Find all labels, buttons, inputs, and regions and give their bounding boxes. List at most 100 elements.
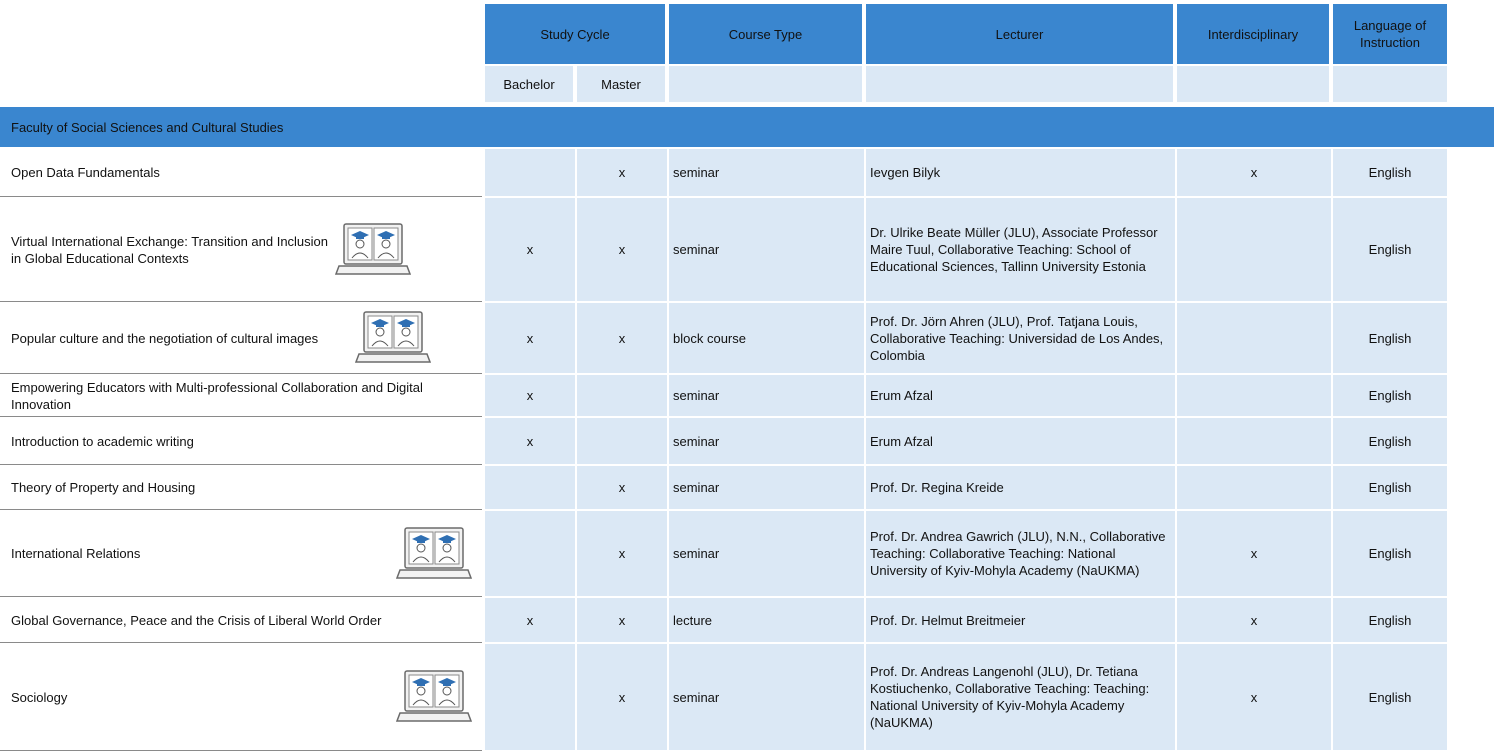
- lecturer-cell: Ievgen Bilyk: [866, 149, 1175, 196]
- course-name: Open Data Fundamentals: [11, 165, 160, 180]
- master-cell: x: [577, 198, 667, 301]
- bachelor-cell: [485, 149, 575, 196]
- table-row: Empowering Educators with Multi-professi…: [0, 375, 1494, 417]
- header-bachelor: Bachelor: [485, 66, 575, 102]
- header-course-type: Course Type: [669, 4, 864, 64]
- course-name: Sociology: [11, 689, 68, 705]
- language-cell: English: [1333, 198, 1447, 301]
- header-interdisciplinary: Interdisciplinary: [1177, 4, 1331, 64]
- interdisciplinary-cell: x: [1177, 149, 1331, 196]
- language-cell: English: [1333, 303, 1447, 373]
- interdisciplinary-cell: [1177, 418, 1331, 464]
- course-type-cell: seminar: [669, 466, 864, 509]
- row-divider: [0, 642, 482, 643]
- master-cell: x: [577, 644, 667, 750]
- lecturer-cell: Prof. Dr. Andrea Gawrich (JLU), N.N., Co…: [866, 511, 1175, 596]
- course-name-cell: Theory of Property and Housing: [0, 466, 482, 509]
- virtual-classroom-laptop-icon: [355, 310, 431, 366]
- bachelor-cell: [485, 644, 575, 750]
- row-divider: [0, 196, 482, 197]
- row-divider: [0, 509, 482, 510]
- interdisciplinary-cell: x: [1177, 598, 1331, 642]
- faculty-section-header: Faculty of Social Sciences and Cultural …: [0, 107, 1494, 147]
- course-type-cell: seminar: [669, 511, 864, 596]
- bachelor-cell: x: [485, 375, 575, 416]
- interdisciplinary-cell: [1177, 375, 1331, 416]
- header-master: Master: [577, 66, 667, 102]
- language-cell: English: [1333, 418, 1447, 464]
- course-type-cell: seminar: [669, 644, 864, 750]
- course-name: Empowering Educators with Multi-professi…: [11, 379, 423, 412]
- master-cell: x: [577, 303, 667, 373]
- row-divider: [0, 464, 482, 465]
- header-language: Language of Instruction: [1333, 4, 1447, 64]
- header-study-cycle: Study Cycle: [485, 4, 667, 64]
- row-divider: [0, 596, 482, 597]
- table-row: Popular culture and the negotiation of c…: [0, 303, 1494, 374]
- bachelor-cell: x: [485, 598, 575, 642]
- course-name-cell: Introduction to academic writing: [0, 418, 482, 464]
- course-name: Global Governance, Peace and the Crisis …: [11, 612, 382, 628]
- bachelor-cell: x: [485, 418, 575, 464]
- bachelor-cell: x: [485, 198, 575, 301]
- master-cell: x: [577, 598, 667, 642]
- bachelor-cell: [485, 511, 575, 596]
- table-row: Sociology x seminar Prof. Dr. Andreas Lange…: [0, 644, 1494, 751]
- language-cell: English: [1333, 598, 1447, 642]
- row-divider: [0, 301, 482, 302]
- master-cell: x: [577, 149, 667, 196]
- table-row: Global Governance, Peace and the Crisis …: [0, 598, 1494, 643]
- course-type-cell: seminar: [669, 149, 864, 196]
- course-name: Introduction to academic writing: [11, 433, 194, 449]
- language-cell: English: [1333, 511, 1447, 596]
- table-row: Introduction to academic writing x seminar…: [0, 418, 1494, 465]
- bachelor-cell: x: [485, 303, 575, 373]
- interdisciplinary-cell: x: [1177, 644, 1331, 750]
- course-name-cell: Popular culture and the negotiation of c…: [0, 303, 482, 373]
- course-name-cell: International Relations: [0, 511, 482, 596]
- lecturer-cell: Prof. Dr. Jörn Ahren (JLU), Prof. Tatjan…: [866, 303, 1175, 373]
- course-name-cell: Sociology: [0, 644, 482, 750]
- virtual-classroom-laptop-icon: [396, 526, 472, 582]
- table-row: Theory of Property and Housing x seminar Pr…: [0, 466, 1494, 510]
- faculty-title: Faculty of Social Sciences and Cultural …: [11, 119, 284, 135]
- header-lecturer: Lecturer: [866, 4, 1175, 64]
- header-sub-language: [1333, 66, 1447, 102]
- lecturer-cell: Prof. Dr. Helmut Breitmeier: [866, 598, 1175, 642]
- course-name-cell: Global Governance, Peace and the Crisis …: [0, 598, 482, 642]
- course-name-cell: Virtual International Exchange: Transiti…: [0, 198, 482, 301]
- interdisciplinary-cell: [1177, 198, 1331, 301]
- language-cell: English: [1333, 149, 1447, 196]
- row-divider: [0, 416, 482, 417]
- header-row-top: Study Cycle Course Type Lecturer Interdi…: [0, 4, 1494, 64]
- header-sub-lecturer: [866, 66, 1175, 102]
- lecturer-cell: Prof. Dr. Andreas Langenohl (JLU), Dr. T…: [866, 644, 1175, 750]
- language-cell: English: [1333, 375, 1447, 416]
- table-row: Virtual International Exchange: Transiti…: [0, 198, 1494, 302]
- course-name: Virtual International Exchange: Transiti…: [11, 233, 329, 266]
- course-type-cell: block course: [669, 303, 864, 373]
- header-sub-interdisciplinary: [1177, 66, 1331, 102]
- virtual-classroom-laptop-icon: [335, 222, 411, 278]
- header-sub-course-type: [669, 66, 864, 102]
- course-name: Theory of Property and Housing: [11, 480, 196, 495]
- course-type-cell: lecture: [669, 598, 864, 642]
- bachelor-cell: [485, 466, 575, 509]
- language-cell: English: [1333, 466, 1447, 509]
- header-row-sub: Bachelor Master: [0, 66, 1494, 102]
- table-row: International Relations x seminar Prof. Dr.…: [0, 511, 1494, 597]
- virtual-classroom-laptop-icon: [396, 669, 472, 725]
- interdisciplinary-cell: [1177, 466, 1331, 509]
- course-type-cell: seminar: [669, 375, 864, 416]
- interdisciplinary-cell: [1177, 303, 1331, 373]
- master-cell: [577, 375, 667, 416]
- row-divider: [0, 373, 482, 374]
- course-name-cell: Open Data Fundamentals: [0, 149, 482, 196]
- master-cell: x: [577, 511, 667, 596]
- lecturer-cell: Prof. Dr. Regina Kreide: [866, 466, 1175, 509]
- table-row: Open Data Fundamentals x seminar Ievgen Bil…: [0, 149, 1494, 197]
- master-cell: x: [577, 466, 667, 509]
- course-type-cell: seminar: [669, 198, 864, 301]
- interdisciplinary-cell: x: [1177, 511, 1331, 596]
- master-cell: [577, 418, 667, 464]
